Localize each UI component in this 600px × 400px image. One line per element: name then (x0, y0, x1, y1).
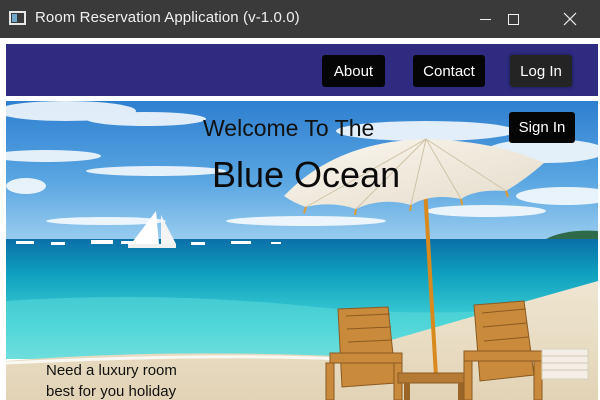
sign-in-button[interactable]: Sign In (509, 112, 575, 143)
close-button[interactable] (547, 0, 593, 38)
tagline-line-1: Need a luxury room (46, 362, 177, 379)
beach-umbrella-photo (6, 101, 598, 400)
window-title: Room Reservation Application (v-1.0.0) (35, 9, 300, 26)
maximize-icon (507, 13, 519, 25)
title-bar[interactable]: Room Reservation Application (v-1.0.0) (0, 0, 600, 38)
nav-bar: About Contact Log In (6, 44, 598, 96)
maximize-button[interactable] (490, 0, 536, 38)
tagline-line-2: best for you holiday (46, 383, 177, 400)
hero-tagline: Need a luxury room best for you holiday (46, 360, 216, 400)
welcome-heading: Welcome To The (203, 115, 375, 141)
login-button[interactable]: Log In (510, 55, 572, 87)
contact-button[interactable]: Contact (413, 55, 485, 87)
close-icon (563, 12, 577, 26)
app-window: Room Reservation Application (v-1.0.0) A… (0, 0, 600, 400)
hero-banner: Welcome To The Blue Ocean Sign In Need a… (6, 101, 598, 400)
about-button[interactable]: About (322, 55, 385, 87)
content-area: About Contact Log In Welcome To The Blue… (0, 38, 600, 400)
brand-title: Blue Ocean (212, 154, 401, 195)
app-icon (9, 11, 26, 25)
minimize-icon (479, 18, 491, 20)
